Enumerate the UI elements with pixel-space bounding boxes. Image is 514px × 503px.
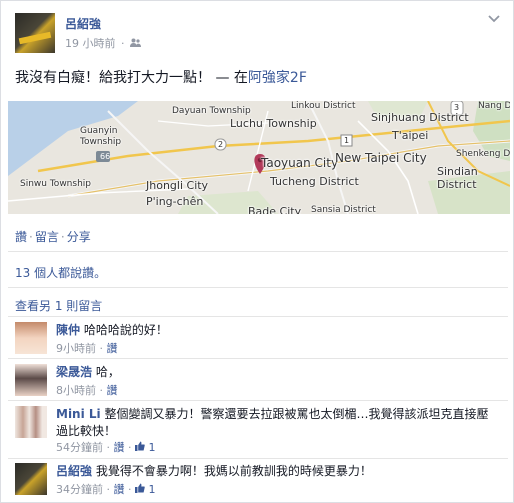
map-label: Sansia District: [311, 205, 376, 214]
like-button[interactable]: 讚: [15, 230, 27, 244]
map-label: Sinjhuang District: [371, 111, 469, 124]
map-label: Luchu Township: [230, 117, 317, 130]
map-label: Dayuan Township: [172, 106, 251, 116]
comment-timestamp[interactable]: 9小時前: [56, 342, 96, 355]
comment-button[interactable]: 留言: [35, 230, 59, 244]
comment-like-count[interactable]: 1: [149, 441, 156, 454]
comment-timestamp[interactable]: 54分鐘前: [56, 441, 103, 454]
commenter-name[interactable]: Mini Li: [56, 407, 101, 421]
map-label: Linkou District: [291, 101, 356, 111]
map-label: P'ing-chên: [146, 195, 204, 208]
post-header: 呂紹強 19 小時前 ·: [15, 13, 501, 53]
commenter-avatar[interactable]: [15, 463, 47, 495]
divider: [8, 358, 508, 359]
map-label: Guanyin Township: [80, 126, 122, 147]
comment-meta: 8小時前 · 讚: [56, 384, 118, 397]
friends-icon[interactable]: [130, 37, 141, 50]
comment-like-count[interactable]: 1: [149, 483, 156, 496]
divider: [8, 316, 508, 317]
likes-summary[interactable]: 13 個人都說讚。: [15, 264, 106, 281]
post-meta: 19 小時前 ·: [65, 35, 141, 51]
comment-item: 梁晟浩 哈， 8小時前 · 讚: [15, 364, 507, 398]
location-prefix: — 在: [211, 70, 248, 86]
comment-like-button[interactable]: 讚: [107, 384, 118, 397]
comment-like-button[interactable]: 讚: [114, 441, 125, 454]
comment-timestamp[interactable]: 8小時前: [56, 384, 96, 397]
comment-body: 陳仲 哈哈哈說的好！: [56, 322, 496, 339]
map-label: Jhongli City: [146, 179, 209, 192]
share-button[interactable]: 分享: [67, 230, 91, 244]
comment-text: 我覺得不會暴力啊！我媽以前教訓我的時候更暴力！: [95, 464, 372, 478]
commenter-avatar[interactable]: [15, 364, 47, 396]
action-separator: ·: [29, 230, 33, 244]
post-card: 呂紹強 19 小時前 · 我沒有白癡！給我打大力一點！ — 在阿強家2F Day…: [0, 0, 514, 503]
comment-meta: 34分鐘前 · 讚 · 1: [56, 483, 156, 496]
chevron-down-icon[interactable]: [487, 13, 501, 27]
map-label: Taoyuan City: [261, 156, 339, 170]
action-separator: ·: [60, 230, 65, 244]
route-shield: 3: [454, 103, 460, 112]
route-shield: 2: [218, 140, 224, 149]
location-link[interactable]: 阿強家2F: [248, 70, 307, 86]
divider: [8, 287, 508, 288]
map-label: Sinwu Township: [20, 179, 91, 189]
divider: [8, 251, 508, 252]
comment-meta: 9小時前 · 讚: [56, 342, 118, 355]
route-shield: 66: [100, 152, 111, 161]
map-label: Shenkeng Dis: [456, 149, 510, 159]
commenter-name[interactable]: 陳仲: [56, 323, 80, 337]
map-label: Bade City: [248, 205, 302, 214]
post-actions: 讚 · 留言 · 分享: [15, 228, 91, 245]
map-label: New Taipei City: [335, 151, 427, 165]
thumbs-up-icon[interactable]: [135, 483, 145, 493]
divider: [8, 400, 508, 401]
map-label: Nang District: [478, 101, 510, 111]
comment-like-button[interactable]: 讚: [114, 483, 125, 496]
author-avatar[interactable]: [15, 13, 55, 53]
post-status: 我沒有白癡！給我打大力一點！ — 在阿強家2F: [15, 67, 307, 87]
commenter-avatar[interactable]: [15, 406, 47, 438]
comment-body: Mini Li 整個變調又暴力！警察還要去拉跟被罵也太倒楣…我覺得該派坦克直接壓…: [56, 406, 496, 440]
comment-meta: 54分鐘前 · 讚 · 1: [56, 441, 156, 454]
comment-text: 整個變調又暴力！警察還要去拉跟被罵也太倒楣…我覺得該派坦克直接壓過比較快！: [56, 407, 489, 438]
route-shield: 1: [344, 136, 350, 145]
comment-timestamp[interactable]: 34分鐘前: [56, 483, 103, 496]
view-more-comments-link[interactable]: 查看另 1 則留言: [15, 297, 102, 314]
post-author-name[interactable]: 呂紹強: [65, 15, 101, 32]
commenter-name[interactable]: 呂紹強: [56, 464, 92, 478]
comment-text: 哈哈哈說的好！: [83, 323, 168, 337]
comment-item: 呂紹強 我覺得不會暴力啊！我媽以前教訓我的時候更暴力！ 34分鐘前 · 讚 · …: [15, 463, 507, 499]
commenter-name[interactable]: 梁晟浩: [56, 365, 92, 379]
comment-item: 陳仲 哈哈哈說的好！ 9小時前 · 讚: [15, 322, 507, 356]
meta-separator: ·: [121, 37, 125, 50]
comment-text: 哈，: [95, 365, 120, 379]
divider: [8, 458, 508, 459]
comment-like-button[interactable]: 讚: [107, 342, 118, 355]
commenter-avatar[interactable]: [15, 322, 47, 354]
comment-body: 呂紹強 我覺得不會暴力啊！我媽以前教訓我的時候更暴力！: [56, 463, 496, 480]
comment-body: 梁晟浩 哈，: [56, 364, 496, 381]
location-map[interactable]: Dayuan Township Linkou District Luchu To…: [8, 101, 510, 214]
status-text: 我沒有白癡！給我打大力一點！: [15, 70, 211, 86]
map-label: T'aipei: [392, 129, 429, 142]
thumbs-up-icon[interactable]: [135, 441, 145, 451]
post-timestamp[interactable]: 19 小時前: [65, 37, 116, 50]
map-label: Tucheng District: [270, 175, 359, 188]
comment-item: Mini Li 整個變調又暴力！警察還要去拉跟被罵也太倒楣…我覺得該派坦克直接壓…: [15, 406, 507, 456]
map-label: Sindian District: [437, 165, 478, 191]
